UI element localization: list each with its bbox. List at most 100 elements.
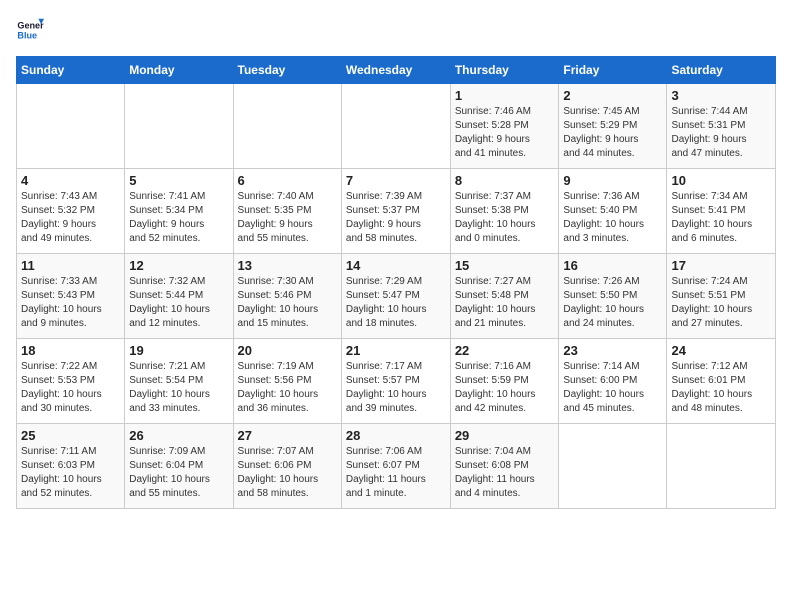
calendar-cell: 29 Sunrise: 7:04 AM Sunset: 6:08 PM Dayli… — [450, 424, 559, 509]
calendar-cell: 15Sunrise: 7:27 AM Sunset: 5:48 PM Dayli… — [450, 254, 559, 339]
calendar-cell — [233, 84, 341, 169]
day-info: Sunrise: 7:32 AM Sunset: 5:44 PM Dayligh… — [129, 275, 228, 331]
day-number: 7 — [346, 173, 446, 188]
calendar-cell: 26 Sunrise: 7:09 AM Sunset: 6:04 PM Dayli… — [125, 424, 233, 509]
logo: General Blue — [16, 16, 48, 44]
day-info: Sunrise: 7:29 AM Sunset: 5:47 PM Dayligh… — [346, 275, 446, 331]
day-info: Sunrise: 7:46 AM Sunset: 5:28 PM Dayligh… — [455, 105, 555, 161]
calendar-cell: 17 Sunrise: 7:24 AM Sunset: 5:51 PM Dayli… — [667, 254, 776, 339]
day-info: Sunrise: 7:17 AM Sunset: 5:57 PM Dayligh… — [346, 360, 446, 416]
day-info: Sunrise: 7:24 AM Sunset: 5:51 PM Dayligh… — [671, 275, 771, 331]
day-number: 16 — [563, 258, 662, 273]
day-number: 8 — [455, 173, 555, 188]
day-number: 24 — [671, 343, 771, 358]
calendar-cell: 27Sunrise: 7:07 AM Sunset: 6:06 PM Dayli… — [233, 424, 341, 509]
calendar-cell: 7 Sunrise: 7:39 AM Sunset: 5:37 PM Daylig… — [341, 169, 450, 254]
day-info: Sunrise: 7:19 AM Sunset: 5:56 PM Dayligh… — [238, 360, 337, 416]
day-info: Sunrise: 7:30 AM Sunset: 5:46 PM Dayligh… — [238, 275, 337, 331]
day-info: Sunrise: 7:44 AM Sunset: 5:31 PM Dayligh… — [671, 105, 771, 161]
calendar-cell — [17, 84, 125, 169]
day-info: Sunrise: 7:11 AM Sunset: 6:03 PM Dayligh… — [21, 445, 120, 501]
calendar-cell — [125, 84, 233, 169]
day-number: 21 — [346, 343, 446, 358]
calendar-cell: 21 Sunrise: 7:17 AM Sunset: 5:57 PM Dayli… — [341, 339, 450, 424]
day-number: 19 — [129, 343, 228, 358]
calendar-cell — [667, 424, 776, 509]
calendar-cell: 20 Sunrise: 7:19 AM Sunset: 5:56 PM Dayli… — [233, 339, 341, 424]
day-number: 13 — [238, 258, 337, 273]
calendar-cell: 16 Sunrise: 7:26 AM Sunset: 5:50 PM Dayli… — [559, 254, 667, 339]
day-info: Sunrise: 7:12 AM Sunset: 6:01 PM Dayligh… — [671, 360, 771, 416]
svg-text:General: General — [17, 21, 44, 31]
day-info: Sunrise: 7:39 AM Sunset: 5:37 PM Dayligh… — [346, 190, 446, 246]
week-row-4: 18 Sunrise: 7:22 AM Sunset: 5:53 PM Dayli… — [17, 339, 776, 424]
day-number: 23 — [563, 343, 662, 358]
calendar-cell: 11Sunrise: 7:33 AM Sunset: 5:43 PM Dayli… — [17, 254, 125, 339]
week-row-2: 4Sunrise: 7:43 AM Sunset: 5:32 PM Daylig… — [17, 169, 776, 254]
weekday-header-sunday: Sunday — [17, 57, 125, 84]
day-number: 27 — [238, 428, 337, 443]
day-info: Sunrise: 7:21 AM Sunset: 5:54 PM Dayligh… — [129, 360, 228, 416]
day-number: 18 — [21, 343, 120, 358]
calendar-cell — [559, 424, 667, 509]
weekday-header-row: SundayMondayTuesdayWednesdayThursdayFrid… — [17, 57, 776, 84]
weekday-header-wednesday: Wednesday — [341, 57, 450, 84]
day-info: Sunrise: 7:33 AM Sunset: 5:43 PM Dayligh… — [21, 275, 120, 331]
day-info: Sunrise: 7:06 AM Sunset: 6:07 PM Dayligh… — [346, 445, 446, 501]
calendar-cell — [341, 84, 450, 169]
day-info: Sunrise: 7:22 AM Sunset: 5:53 PM Dayligh… — [21, 360, 120, 416]
calendar-cell: 10 Sunrise: 7:34 AM Sunset: 5:41 PM Dayli… — [667, 169, 776, 254]
calendar-cell: 2 Sunrise: 7:45 AM Sunset: 5:29 PM Daylig… — [559, 84, 667, 169]
day-number: 1 — [455, 88, 555, 103]
calendar-cell: 8 Sunrise: 7:37 AM Sunset: 5:38 PM Daylig… — [450, 169, 559, 254]
day-number: 4 — [21, 173, 120, 188]
logo-icon: General Blue — [16, 16, 44, 44]
week-row-5: 25 Sunrise: 7:11 AM Sunset: 6:03 PM Dayli… — [17, 424, 776, 509]
day-info: Sunrise: 7:41 AM Sunset: 5:34 PM Dayligh… — [129, 190, 228, 246]
calendar-cell: 3 Sunrise: 7:44 AM Sunset: 5:31 PM Daylig… — [667, 84, 776, 169]
calendar-cell: 1 Sunrise: 7:46 AM Sunset: 5:28 PM Daylig… — [450, 84, 559, 169]
day-info: Sunrise: 7:26 AM Sunset: 5:50 PM Dayligh… — [563, 275, 662, 331]
calendar-cell: 14 Sunrise: 7:29 AM Sunset: 5:47 PM Dayli… — [341, 254, 450, 339]
calendar-cell: 19 Sunrise: 7:21 AM Sunset: 5:54 PM Dayli… — [125, 339, 233, 424]
calendar-cell: 22Sunrise: 7:16 AM Sunset: 5:59 PM Dayli… — [450, 339, 559, 424]
day-number: 14 — [346, 258, 446, 273]
day-info: Sunrise: 7:04 AM Sunset: 6:08 PM Dayligh… — [455, 445, 555, 501]
week-row-1: 1 Sunrise: 7:46 AM Sunset: 5:28 PM Daylig… — [17, 84, 776, 169]
day-info: Sunrise: 7:40 AM Sunset: 5:35 PM Dayligh… — [238, 190, 337, 246]
day-info: Sunrise: 7:37 AM Sunset: 5:38 PM Dayligh… — [455, 190, 555, 246]
calendar-cell: 4Sunrise: 7:43 AM Sunset: 5:32 PM Daylig… — [17, 169, 125, 254]
day-number: 9 — [563, 173, 662, 188]
day-number: 5 — [129, 173, 228, 188]
weekday-header-thursday: Thursday — [450, 57, 559, 84]
day-number: 22 — [455, 343, 555, 358]
week-row-3: 11Sunrise: 7:33 AM Sunset: 5:43 PM Dayli… — [17, 254, 776, 339]
day-info: Sunrise: 7:45 AM Sunset: 5:29 PM Dayligh… — [563, 105, 662, 161]
calendar-cell: 25 Sunrise: 7:11 AM Sunset: 6:03 PM Dayli… — [17, 424, 125, 509]
calendar-table: SundayMondayTuesdayWednesdayThursdayFrid… — [16, 56, 776, 509]
calendar-cell: 9 Sunrise: 7:36 AM Sunset: 5:40 PM Daylig… — [559, 169, 667, 254]
calendar-cell: 18 Sunrise: 7:22 AM Sunset: 5:53 PM Dayli… — [17, 339, 125, 424]
calendar-cell: 5 Sunrise: 7:41 AM Sunset: 5:34 PM Daylig… — [125, 169, 233, 254]
day-number: 6 — [238, 173, 337, 188]
day-number: 2 — [563, 88, 662, 103]
day-number: 28 — [346, 428, 446, 443]
day-number: 26 — [129, 428, 228, 443]
day-number: 29 — [455, 428, 555, 443]
weekday-header-tuesday: Tuesday — [233, 57, 341, 84]
calendar-cell: 12 Sunrise: 7:32 AM Sunset: 5:44 PM Dayli… — [125, 254, 233, 339]
day-info: Sunrise: 7:36 AM Sunset: 5:40 PM Dayligh… — [563, 190, 662, 246]
svg-text:Blue: Blue — [17, 30, 37, 40]
day-number: 3 — [671, 88, 771, 103]
day-info: Sunrise: 7:27 AM Sunset: 5:48 PM Dayligh… — [455, 275, 555, 331]
page-header: General Blue — [16, 16, 776, 44]
day-number: 12 — [129, 258, 228, 273]
day-number: 10 — [671, 173, 771, 188]
calendar-cell: 13 Sunrise: 7:30 AM Sunset: 5:46 PM Dayli… — [233, 254, 341, 339]
day-number: 20 — [238, 343, 337, 358]
day-info: Sunrise: 7:34 AM Sunset: 5:41 PM Dayligh… — [671, 190, 771, 246]
day-number: 25 — [21, 428, 120, 443]
day-info: Sunrise: 7:09 AM Sunset: 6:04 PM Dayligh… — [129, 445, 228, 501]
calendar-cell: 28 Sunrise: 7:06 AM Sunset: 6:07 PM Dayli… — [341, 424, 450, 509]
day-number: 17 — [671, 258, 771, 273]
